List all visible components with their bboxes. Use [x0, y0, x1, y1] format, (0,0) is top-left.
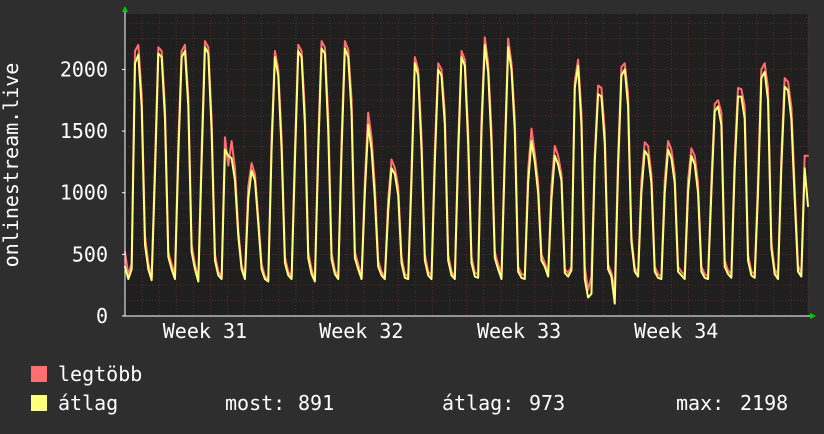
y-tick-label-4: 2000 — [60, 57, 108, 81]
y-tick-label-1: 500 — [72, 242, 108, 266]
y-tick-label-3: 1500 — [60, 119, 108, 143]
legend-most-label: most: — [225, 391, 285, 415]
chart-svg: 0 500 1000 1500 2000 Week 31 Week 32 Week 33 Wee… — [0, 6, 816, 415]
y-axis-title: onlinestream.live — [0, 63, 23, 268]
legend-most-value: 891 — [298, 391, 334, 415]
chart-root: 0 500 1000 1500 2000 Week 31 Week 32 Week 33 Wee… — [0, 0, 824, 430]
y-tick-label-0: 0 — [96, 304, 108, 328]
legend-atlag-label: átlag: — [442, 391, 514, 415]
legend-max-label: max: — [676, 391, 724, 415]
y-tick-label-2: 1000 — [60, 181, 108, 205]
x-tick-label-3: Week 34 — [634, 319, 718, 343]
x-tick-label-1: Week 32 — [319, 319, 403, 343]
legend-swatch-atlag — [31, 395, 47, 411]
legend-swatch-legtobb — [31, 366, 47, 382]
x-tick-label-0: Week 31 — [163, 319, 247, 343]
legend-label-legtobb: legtöbb — [58, 362, 142, 386]
legend-atlag-value: 973 — [529, 391, 565, 415]
y-axis-arrow-icon — [122, 6, 128, 12]
legend-label-atlag: átlag — [58, 391, 118, 415]
legend: legtöbb átlag most: 891 átlag: 973 max: … — [31, 362, 788, 415]
legend-max-value: 2198 — [740, 391, 788, 415]
x-tick-label-2: Week 33 — [477, 319, 561, 343]
x-axis-arrow-icon — [810, 313, 816, 319]
